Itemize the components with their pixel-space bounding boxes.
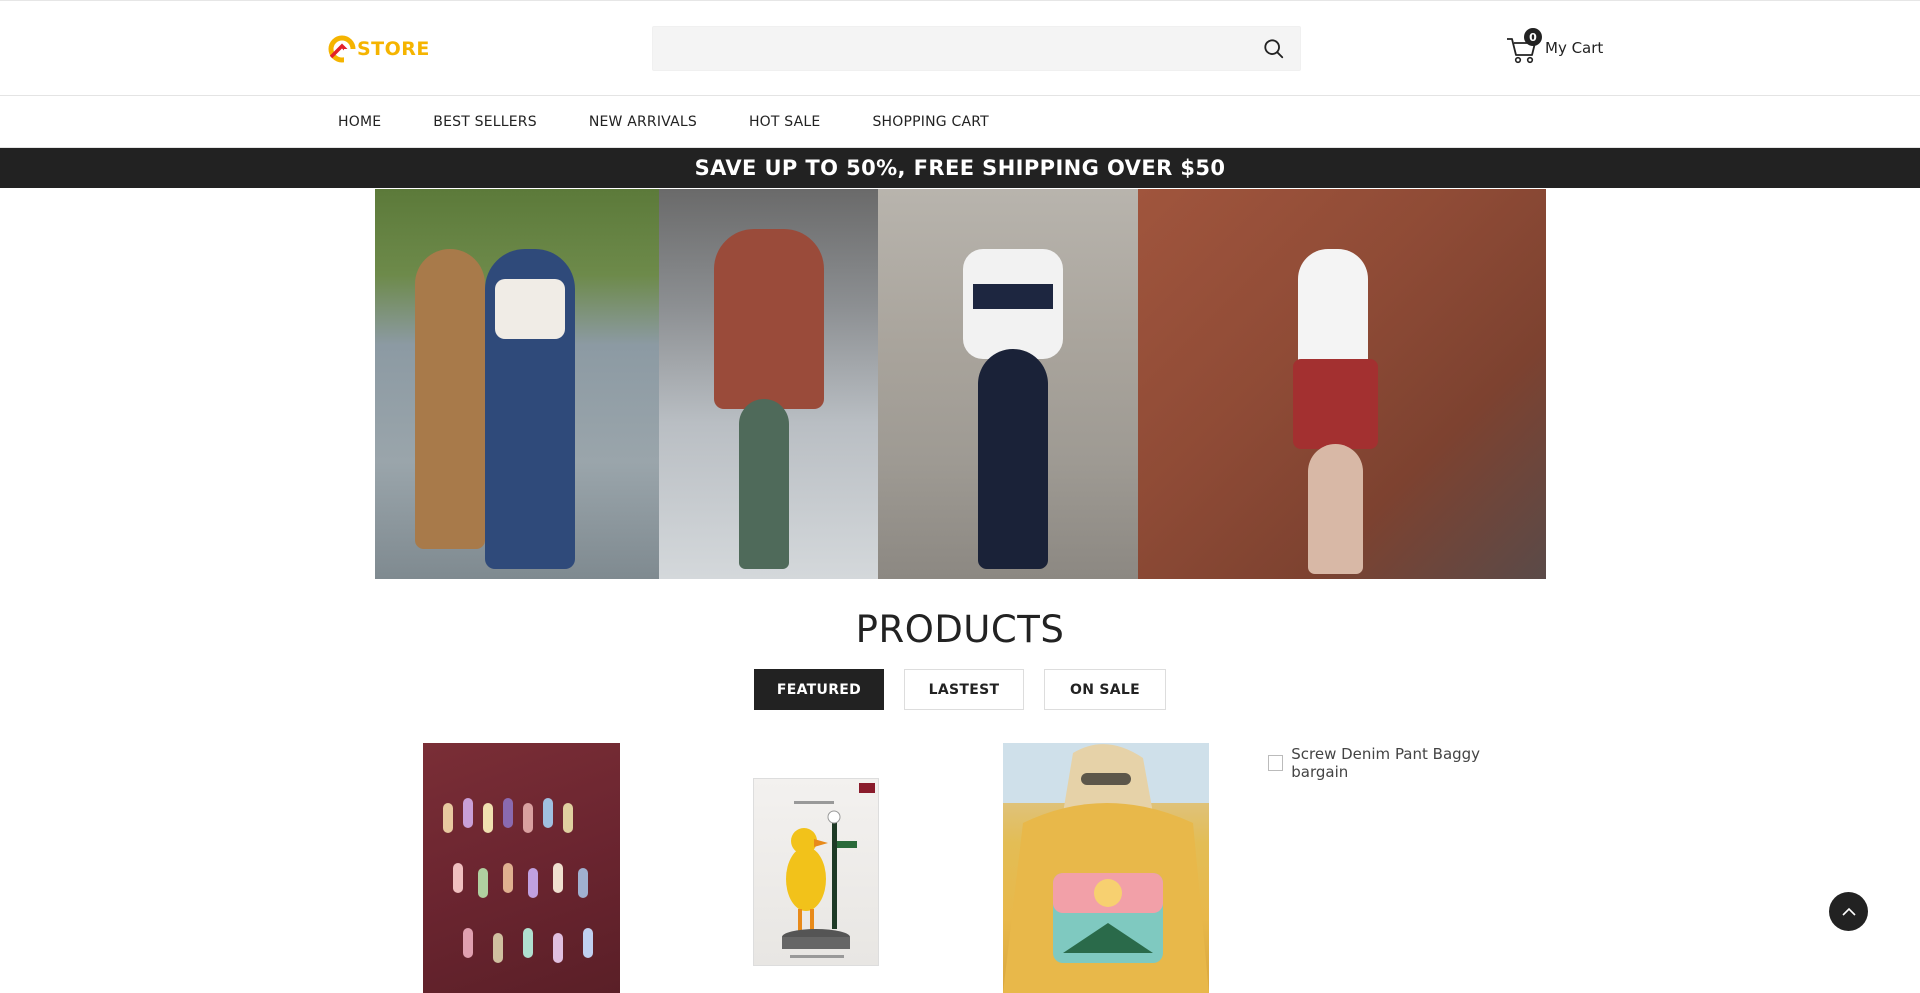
tab-featured[interactable]: FEATURED [754, 669, 884, 710]
hero-banner[interactable] [375, 189, 1546, 579]
search-icon[interactable] [1262, 38, 1286, 60]
site-header: STORE 0 My Cart [0, 1, 1920, 96]
broken-image-icon [1268, 755, 1284, 771]
logo-mark-icon [328, 35, 356, 63]
ornament-box-illustration [782, 783, 875, 958]
product-card-ornament[interactable] [753, 778, 879, 966]
nav-item-home[interactable]: HOME [338, 114, 381, 130]
chevron-up-icon [1841, 907, 1856, 916]
hero-image-2 [659, 189, 878, 579]
product-card-sweatshirt[interactable] [1003, 743, 1209, 993]
cart-count-badge: 0 [1524, 28, 1542, 46]
product-tabs: FEATURED LASTEST ON SALE [754, 669, 1186, 710]
search-bar [652, 26, 1301, 71]
store-logo[interactable]: STORE [328, 35, 430, 63]
cart-button[interactable]: 0 My Cart [1505, 28, 1604, 65]
product-card-dolls[interactable] [423, 743, 620, 993]
hero-image-1 [375, 189, 659, 579]
product-image-alt: Screw Denim Pant Baggy bargain [1291, 745, 1481, 781]
nav-item-shopping-cart[interactable]: SHOPPING CART [872, 114, 988, 130]
tab-on-sale[interactable]: ON SALE [1044, 669, 1166, 710]
nav-item-best-sellers[interactable]: BEST SELLERS [433, 114, 537, 130]
nav-item-hot-sale[interactable]: HOT SALE [749, 114, 821, 130]
hero-image-4 [1138, 189, 1546, 579]
main-nav: HOME BEST SELLERS NEW ARRIVALS HOT SALE … [0, 96, 1920, 148]
back-to-top-button[interactable] [1829, 892, 1868, 931]
cart-icon-wrap: 0 [1505, 28, 1542, 65]
sweatshirt-illustration [1003, 743, 1209, 993]
search-input[interactable] [653, 27, 1233, 70]
promo-banner: SAVE UP TO 50%, FREE SHIPPING OVER $50 [0, 148, 1920, 188]
logo-text: STORE [357, 38, 430, 60]
nav-item-new-arrivals[interactable]: NEW ARRIVALS [589, 114, 697, 130]
tab-latest[interactable]: LASTEST [904, 669, 1024, 710]
product-card-denim-pant[interactable]: Screw Denim Pant Baggy bargain [1268, 743, 1528, 783]
cart-label: My Cart [1545, 39, 1604, 57]
hero-image-3 [878, 189, 1138, 579]
products-heading: PRODUCTS [855, 608, 1065, 651]
